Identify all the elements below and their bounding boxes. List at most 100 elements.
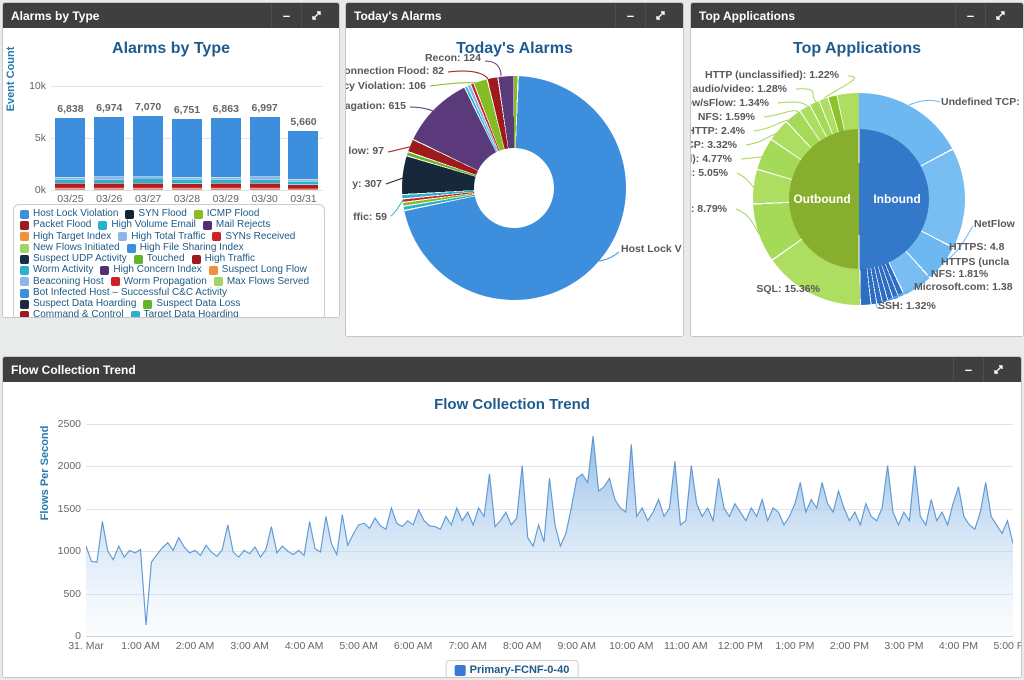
legend-item[interactable]: High Traffic	[192, 254, 255, 265]
expand-button[interactable]	[983, 357, 1013, 382]
legend-swatch	[192, 255, 201, 264]
x-tick-label: 2:00 AM	[176, 640, 215, 652]
x-tick-label: 9:00 AM	[557, 640, 596, 652]
legend-item[interactable]: Target Data Hoarding	[131, 310, 239, 318]
slice-label: NetFlow	[974, 218, 1015, 230]
bar-03/28[interactable]: 6,751	[172, 86, 202, 190]
bar-03/25[interactable]: 6,838	[55, 86, 85, 190]
expand-button[interactable]	[985, 3, 1015, 28]
x-tick-label: 8:00 AM	[503, 640, 542, 652]
slice-label: c: 5.05%	[690, 167, 728, 179]
bar-rect[interactable]	[172, 119, 202, 190]
legend-item[interactable]: Suspect Data Hoarding	[20, 299, 136, 310]
legend-swatch	[20, 266, 29, 275]
legend-item[interactable]: High Target Index	[20, 232, 111, 243]
slice-label: SQL: 15.36%	[756, 283, 820, 295]
bar-03/29[interactable]: 6,863	[211, 86, 241, 190]
legend-item[interactable]: Touched	[134, 254, 185, 265]
legend-item[interactable]: Bot Infected Host – Successful C&C Activ…	[20, 288, 227, 299]
legend-label: Worm Propagation	[124, 277, 207, 288]
bar-rect[interactable]	[94, 117, 124, 190]
x-tick-label: 3:00 AM	[230, 640, 269, 652]
series-legend[interactable]: Primary-FCNF-0-40	[446, 660, 579, 678]
minimize-button[interactable]: –	[615, 3, 645, 28]
expand-icon	[311, 10, 322, 21]
series-name: Primary-FCNF-0-40	[470, 664, 570, 676]
legend-item[interactable]: Suspect UDP Activity	[20, 254, 127, 265]
legend-item[interactable]: High Volume Email	[98, 220, 195, 231]
flow-series-svg	[86, 424, 1013, 636]
outbound-label: Outbound	[793, 192, 850, 206]
bar-rect[interactable]	[211, 118, 241, 190]
legend-swatch	[20, 300, 29, 309]
bar-rect[interactable]	[250, 117, 280, 190]
bar-rect[interactable]	[288, 131, 318, 190]
bar-03/31[interactable]: 5,660	[288, 86, 318, 190]
panel-body: Flow Collection Trend Flows Per Second 2…	[3, 382, 1021, 678]
expand-button[interactable]	[301, 3, 331, 28]
bar-03/27[interactable]: 7,070	[133, 86, 163, 190]
panel-header: Flow Collection Trend –	[3, 357, 1021, 382]
legend-item[interactable]: Command & Control	[20, 310, 124, 318]
y-tick-label: 5k	[35, 132, 46, 144]
dashboard: Alarms by Type – Alarms by Type Event Co…	[0, 0, 1024, 680]
legend-item[interactable]: Suspect Data Loss	[143, 299, 240, 310]
legend-item[interactable]: ICMP Flood	[194, 209, 260, 220]
slice-label: HTTP: 2.4%	[690, 125, 745, 137]
legend-label: High Traffic	[205, 254, 255, 265]
legend-item[interactable]: Worm Activity	[20, 265, 93, 276]
legend-label: High Total Traffic	[131, 232, 205, 243]
legend-item[interactable]: High File Sharing Index	[127, 243, 244, 254]
bar-value-label: 6,838	[57, 103, 83, 115]
bar-03/30[interactable]: 6,997	[250, 86, 280, 190]
panel-flow-collection-trend: Flow Collection Trend – Flow Collection …	[2, 356, 1022, 678]
legend-item[interactable]: SYN Flood	[125, 209, 186, 220]
slice-label: low: 97	[348, 145, 384, 157]
expand-button[interactable]	[645, 3, 675, 28]
x-tick-label: 2:00 PM	[830, 640, 869, 652]
legend-item[interactable]: High Concern Index	[100, 265, 201, 276]
bar-value-label: 6,974	[96, 102, 122, 114]
legend-item[interactable]: New Flows Initiated	[20, 243, 120, 254]
minimize-button[interactable]: –	[955, 3, 985, 28]
x-tick-label: 3:00 PM	[884, 640, 923, 652]
legend-item[interactable]: Host Lock Violation	[20, 209, 118, 220]
bar-rect[interactable]	[55, 118, 85, 190]
legend-swatch	[214, 277, 223, 286]
legend-swatch	[20, 255, 29, 264]
legend-label: Worm Activity	[33, 265, 93, 276]
chart-title: Today's Alarms	[346, 28, 683, 58]
legend-swatch	[111, 277, 120, 286]
minimize-button[interactable]: –	[271, 3, 301, 28]
legend-item[interactable]: Max Flows Served	[214, 277, 309, 288]
legend-item[interactable]: Worm Propagation	[111, 277, 207, 288]
legend-swatch	[100, 266, 109, 275]
x-tick-label: 5:00 PM	[993, 640, 1022, 652]
x-tick-label: 4:00 PM	[939, 640, 978, 652]
legend-item[interactable]: High Total Traffic	[118, 232, 205, 243]
legend-item[interactable]: Mail Rejects	[203, 220, 270, 231]
legend-label: Max Flows Served	[227, 277, 309, 288]
panel-body: Top Applications Outbound Inbound	[691, 28, 1023, 337]
bar-rect[interactable]	[133, 116, 163, 190]
todays-alarms-donut[interactable]	[402, 76, 626, 300]
legend-swatch	[118, 232, 127, 241]
legend-label: High Volume Email	[111, 220, 195, 231]
panel-title: Top Applications	[699, 9, 795, 23]
x-tick-label: 6:00 AM	[394, 640, 433, 652]
legend-item[interactable]: Packet Flood	[20, 220, 91, 231]
chart-title: Alarms by Type	[3, 28, 339, 58]
legend-item[interactable]: Beaconing Host	[20, 277, 104, 288]
legend-item[interactable]: SYNs Received	[212, 232, 295, 243]
legend-item[interactable]: Suspect Long Flow	[209, 265, 307, 276]
y-tick-label: 10k	[29, 80, 46, 92]
slice-label: l): 4.77%	[690, 153, 732, 165]
panel-title: Today's Alarms	[354, 9, 442, 23]
bar-03/26[interactable]: 6,974	[94, 86, 124, 190]
legend-swatch	[20, 289, 29, 298]
slice-label: HTTPS (uncla	[941, 256, 1009, 268]
x-tick-label: 1:00 AM	[121, 640, 160, 652]
minimize-button[interactable]: –	[953, 357, 983, 382]
series-swatch	[455, 665, 466, 676]
x-tick-label: 31. Mar	[68, 640, 104, 652]
